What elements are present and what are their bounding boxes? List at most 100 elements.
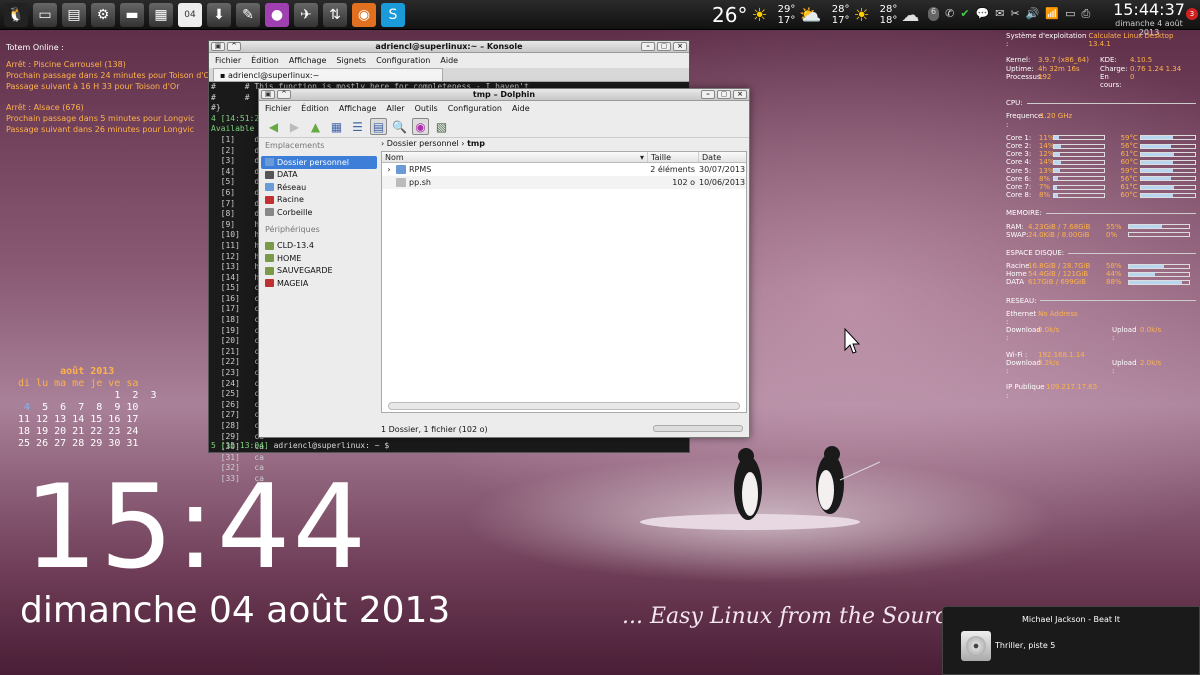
bird-icon[interactable]: ✈ (294, 2, 318, 27)
phone-icon[interactable]: ✆ (945, 7, 954, 21)
wifi-icon[interactable]: 📶 (1045, 7, 1059, 21)
check-icon[interactable]: ✔ (960, 7, 969, 21)
device-item[interactable]: CLD-13.4 (261, 240, 377, 253)
column-date[interactable]: Date (699, 152, 746, 162)
dolphin-menu-6[interactable]: Aide (512, 101, 530, 116)
forecast-day-2: 28° 17° (831, 4, 850, 26)
battery-icon[interactable]: ▭ (1065, 7, 1075, 21)
totem-title: Totem Online : (6, 43, 64, 52)
preview-icon[interactable]: ◉ (412, 118, 429, 135)
file-list[interactable]: Nom ▾ Taille Date › RPMS 2 éléments 30/07/20… (381, 151, 747, 413)
maximize-button[interactable]: ▢ (717, 90, 731, 99)
chat-icon[interactable]: ● (265, 2, 289, 27)
pin-icon[interactable]: ^ (277, 90, 291, 99)
weather-widget[interactable]: 26° ☀ 29° 17° ⛅ 28° 17° ☀ 28° 18° ☁ (712, 0, 919, 30)
details-view-icon[interactable]: ▤ (370, 118, 387, 135)
file-size: 102 o (672, 178, 695, 187)
tray-badge[interactable]: 6 (928, 7, 940, 21)
places-item[interactable]: Dossier personnel (261, 156, 377, 169)
places-item[interactable]: Corbeille (261, 206, 377, 219)
file-row[interactable]: pp.sh 102 o 10/06/2013 (382, 176, 746, 189)
dolphin-window[interactable]: ▣ ^ tmp – Dolphin – ▢ × Fichier Édition Aff… (258, 88, 750, 438)
pin-icon[interactable]: ^ (227, 42, 241, 51)
download-icon[interactable]: ⬇ (207, 2, 231, 27)
calculator-icon[interactable]: ▦ (149, 2, 173, 27)
usage-bar (1052, 151, 1106, 157)
places-item[interactable]: DATA (261, 169, 377, 182)
notes-icon[interactable]: ✎ (236, 2, 260, 27)
konsole-menu-3[interactable]: Signets (336, 53, 366, 68)
icons-view-icon[interactable]: ▦ (328, 118, 345, 135)
konsole-menu-2[interactable]: Affichage (289, 53, 327, 68)
sort-down-icon: ▾ (639, 153, 644, 162)
close-button[interactable]: × (673, 42, 687, 51)
device-item[interactable]: SAUVEGARDE (261, 265, 377, 278)
cpu-core-row: Core 1: 11% 59°C (1006, 134, 1196, 142)
konsole-title: adriencl@superlinux:~ – Konsole (375, 42, 523, 51)
device-item[interactable]: MAGEIA (261, 277, 377, 290)
printer-icon[interactable]: ⎙ (1081, 7, 1090, 21)
window-menu-icon[interactable]: ▣ (211, 42, 225, 51)
split-view-icon[interactable]: ▧ (433, 118, 450, 135)
window-menu-icon[interactable]: ▣ (261, 90, 275, 99)
firefox-icon[interactable]: ◉ (352, 2, 376, 27)
konsole-menu-4[interactable]: Configuration (376, 53, 430, 68)
column-name[interactable]: Nom ▾ (382, 152, 648, 162)
back-arrow-icon[interactable]: ◀ (265, 118, 282, 135)
desktop-icon[interactable]: ▭ (33, 2, 57, 27)
server-icon[interactable]: ▤ (62, 2, 86, 27)
usage-bar (1139, 159, 1196, 165)
monitor-icon[interactable]: ▬ (120, 2, 144, 27)
scissors-icon[interactable]: ✂ (1010, 7, 1019, 21)
up-arrow-icon[interactable]: ▲ (307, 118, 324, 135)
now-playing-widget[interactable]: Michael Jackson - Beat It Thriller, pist… (942, 606, 1200, 675)
usage-bar (1052, 159, 1106, 165)
now-playing-title: Michael Jackson - Beat It (1021, 615, 1121, 624)
search-icon[interactable]: 🔍 (391, 118, 408, 135)
dolphin-menu-3[interactable]: Aller (386, 101, 404, 116)
konsole-menu-5[interactable]: Aide (440, 53, 458, 68)
dolphin-menu-4[interactable]: Outils (415, 101, 438, 116)
konsole-tab[interactable]: ▪ adriencl@superlinux:~ (213, 68, 443, 81)
terminal-prompt[interactable]: 5 [15:13:04] adriencl@superlinux: ~ $ (211, 441, 389, 450)
zoom-slider[interactable] (653, 425, 743, 432)
disk-row: Home 54.4GiB / 121GiB 44% (1006, 270, 1196, 278)
calendar-row: 25 26 27 28 29 30 31 (18, 438, 139, 449)
minimize-button[interactable]: – (701, 90, 715, 99)
dolphin-menu-5[interactable]: Configuration (448, 101, 502, 116)
file-row[interactable]: › RPMS 2 éléments 30/07/2013 (382, 163, 746, 176)
stop-2-name: Arrêt : Alsace (676) (6, 103, 84, 112)
konsole-titlebar[interactable]: ▣ ^ adriencl@superlinux:~ – Konsole – ▢ × (209, 41, 689, 53)
close-button[interactable]: × (733, 90, 747, 99)
column-size[interactable]: Taille (648, 152, 699, 162)
usage-bar (1052, 168, 1106, 174)
notification-badge[interactable]: 3 (1186, 8, 1198, 20)
places-item[interactable]: Racine (261, 194, 377, 207)
dolphin-titlebar[interactable]: ▣ ^ tmp – Dolphin – ▢ × (259, 89, 749, 101)
forward-arrow-icon[interactable]: ▶ (286, 118, 303, 135)
dolphin-menu-0[interactable]: Fichier (265, 101, 291, 116)
compact-view-icon[interactable]: ☰ (349, 118, 366, 135)
messages-icon[interactable]: ✉ (995, 7, 1004, 21)
breadcrumb-home[interactable]: Dossier personnel (387, 139, 459, 148)
konsole-menu-0[interactable]: Fichier (215, 53, 241, 68)
dolphin-menu-1[interactable]: Édition (301, 101, 329, 116)
tux-icon[interactable]: 🐧 (4, 2, 28, 27)
skype-icon[interactable]: S (381, 2, 405, 27)
konsole-menu-1[interactable]: Édition (251, 53, 279, 68)
breadcrumb[interactable]: › Dossier personnel › tmp (381, 139, 485, 148)
dolphin-menu-2[interactable]: Affichage (339, 101, 377, 116)
minimize-button[interactable]: – (641, 42, 655, 51)
drive-icon (265, 183, 274, 192)
maximize-button[interactable]: ▢ (657, 42, 671, 51)
network-icon[interactable]: ⇅ (323, 2, 347, 27)
places-item[interactable]: Réseau (261, 181, 377, 194)
volume-icon[interactable]: 🔊 (1026, 7, 1040, 21)
chat-icon[interactable]: 💬 (976, 7, 990, 21)
gear-icon[interactable]: ⚙ (91, 2, 115, 27)
horizontal-scrollbar[interactable] (388, 402, 740, 410)
device-item[interactable]: HOME (261, 252, 377, 265)
expand-icon[interactable]: › (382, 165, 396, 174)
calendar-icon[interactable]: 04 (178, 2, 202, 27)
breadcrumb-current[interactable]: tmp (467, 139, 485, 148)
